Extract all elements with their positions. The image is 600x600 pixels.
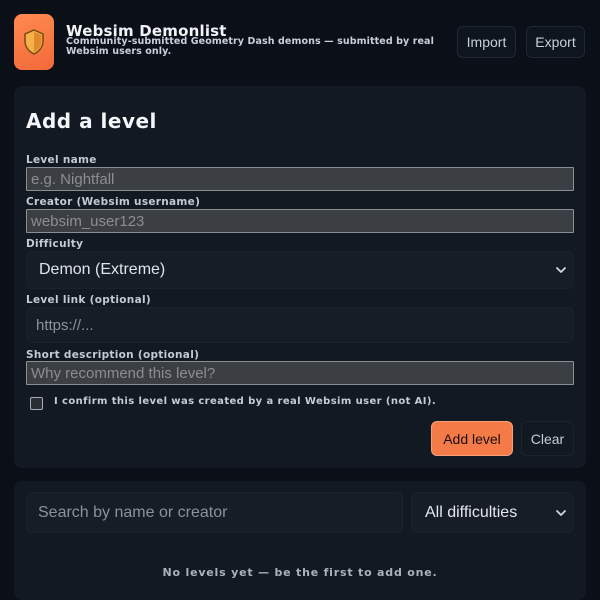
description-label: Short description (optional)	[26, 349, 200, 361]
app-header: Websim Demonlist Community-submitted Geo…	[0, 0, 600, 84]
level-name-input[interactable]	[26, 167, 574, 191]
search-input[interactable]: Search by name or creator	[26, 492, 403, 533]
level-name-label: Level name	[26, 154, 97, 166]
chevron-down-icon	[556, 509, 566, 516]
difficulty-label: Difficulty	[26, 238, 84, 250]
export-button[interactable]: Export	[526, 26, 585, 58]
level-link-label: Level link (optional)	[26, 294, 151, 306]
confirm-checkbox[interactable]	[30, 397, 43, 410]
filter-selected-value: All difficulties	[425, 503, 518, 521]
creator-label: Creator (Websim username)	[26, 196, 201, 208]
logo	[14, 14, 54, 70]
level-link-input[interactable]: https://...	[26, 307, 574, 343]
difficulty-selected-value: Demon (Extreme)	[39, 261, 166, 278]
difficulty-select[interactable]: Demon (Extreme)	[26, 251, 574, 289]
app-subtitle: Community-submitted Geometry Dash demons…	[66, 36, 434, 57]
chevron-down-icon	[556, 267, 566, 273]
search-placeholder: Search by name or creator	[38, 503, 228, 521]
description-input[interactable]	[26, 361, 574, 385]
import-button[interactable]: Import	[457, 26, 516, 58]
empty-state-text: No levels yet — be the first to add one.	[162, 566, 438, 579]
shield-icon	[24, 29, 44, 55]
difficulty-filter-select[interactable]: All difficulties	[411, 492, 574, 533]
creator-input[interactable]	[26, 209, 574, 233]
add-level-button[interactable]: Add level	[431, 421, 513, 456]
confirm-label: I confirm this level was created by a re…	[54, 396, 437, 407]
clear-button[interactable]: Clear	[521, 421, 574, 456]
add-level-heading: Add a level	[26, 109, 157, 133]
level-link-placeholder: https://...	[36, 316, 94, 334]
